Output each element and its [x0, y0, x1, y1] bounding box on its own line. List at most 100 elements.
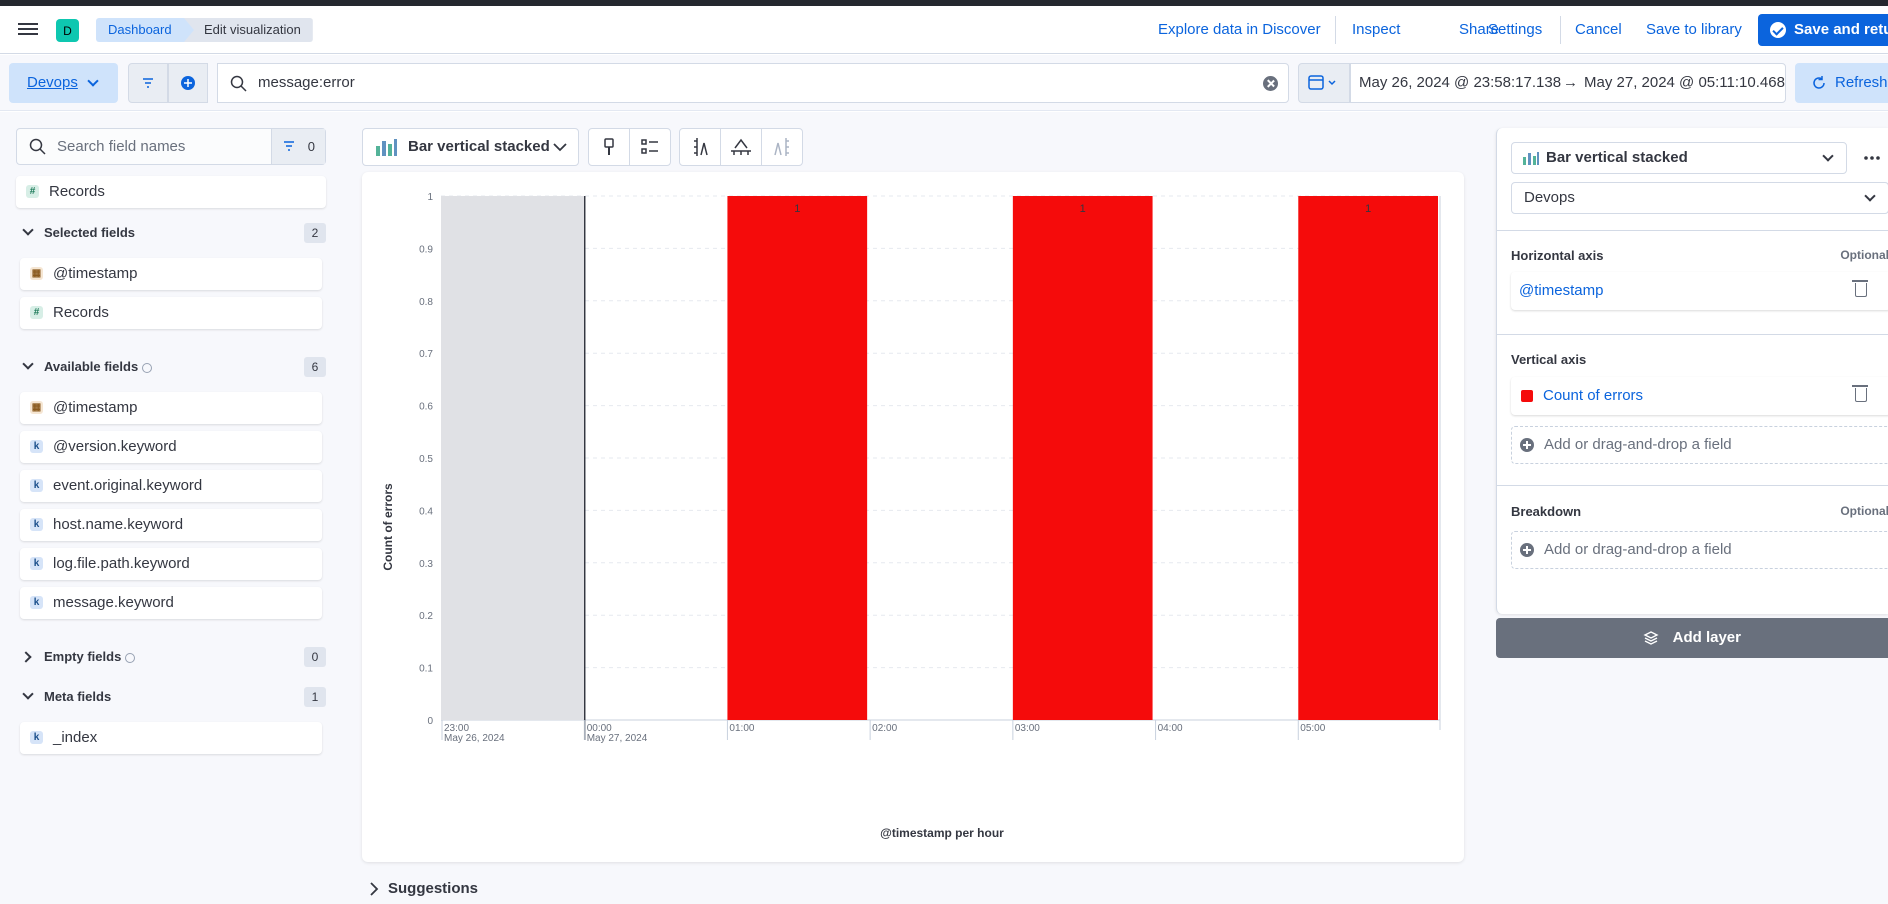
layer-chart-type-select[interactable]: Bar vertical stacked [1511, 142, 1847, 174]
field-item[interactable]: k message.keyword [20, 587, 322, 619]
search-icon [230, 75, 247, 92]
bottom-axis-button[interactable] [720, 128, 762, 166]
divider [1335, 16, 1336, 44]
query-bar: Devops message:error May 26, 2024 @ 23:5… [0, 55, 1888, 111]
chevron-right-icon [20, 651, 32, 663]
field-item[interactable]: k _index [20, 722, 322, 754]
empty-fields-toggle[interactable]: Empty fields 0 [20, 646, 326, 668]
field-search-input[interactable]: Search field names 0 [16, 128, 326, 165]
divider [1497, 334, 1888, 335]
date-range[interactable]: May 26, 2024 @ 23:58:17.138 → May 27, 20… [1350, 63, 1786, 103]
chevron-down-icon [1822, 150, 1834, 162]
y-tick-label: 0.6 [419, 402, 433, 413]
quick-date-picker[interactable] [1298, 63, 1350, 103]
info-icon[interactable] [125, 652, 136, 663]
breakdown-title: Breakdown [1511, 504, 1582, 519]
horizontal-axis-title: Horizontal axis [1511, 248, 1604, 263]
settings-link[interactable]: Settings [1488, 20, 1542, 40]
field-filter-button[interactable]: 0 [271, 129, 325, 164]
y-tick-label: 0.9 [419, 244, 433, 255]
date-type-icon: ▦ [30, 401, 43, 414]
field-item[interactable]: ▦ @timestamp [20, 392, 322, 424]
horizontal-axis-field[interactable]: @timestamp [1511, 272, 1888, 310]
refresh-icon [1813, 76, 1825, 89]
explore-discover-link[interactable]: Explore data in Discover [1158, 20, 1321, 40]
style-button[interactable] [588, 128, 630, 166]
filter-icon [284, 141, 294, 151]
refresh-label: Refresh [1835, 74, 1888, 91]
field-item[interactable]: k event.original.keyword [20, 470, 322, 502]
y-tick-label: 1 [427, 192, 433, 203]
field-item[interactable]: k log.file.path.keyword [20, 548, 322, 580]
section-title: Available fields [44, 359, 139, 374]
chart-type-label: Bar vertical stacked [408, 138, 550, 155]
add-layer-button[interactable]: Add layer [1496, 618, 1888, 658]
x-tick-sublabel: May 26, 2024 [444, 733, 505, 744]
inspect-link[interactable]: Inspect [1352, 20, 1400, 40]
right-axis-button[interactable] [761, 128, 803, 166]
field-item[interactable]: # Records [20, 297, 322, 329]
chevron-down-icon [553, 143, 567, 152]
y-tick-label: 0.2 [419, 611, 433, 622]
add-vertical-field[interactable]: Add or drag-and-drop a field [1511, 426, 1888, 464]
field-list-sidebar: Search field names 0 # Records Selected … [0, 112, 340, 904]
field-name: Records [53, 304, 109, 321]
selected-fields-toggle[interactable]: Selected fields 2 [20, 222, 326, 244]
save-to-library-link[interactable]: Save to library [1646, 20, 1742, 40]
start-date[interactable]: May 26, 2024 @ 23:58:17.138 [1359, 64, 1561, 102]
layer-data-view-select[interactable]: Devops [1511, 182, 1888, 214]
query-input[interactable]: message:error [217, 63, 1289, 103]
out-of-range-region [441, 196, 584, 720]
menu-icon[interactable] [16, 20, 40, 40]
section-count: 1 [304, 687, 326, 707]
vertical-axis-title: Vertical axis [1511, 352, 1587, 367]
filter-menu-button[interactable] [128, 63, 168, 103]
section-count: 6 [304, 357, 326, 377]
breadcrumb-dashboard[interactable]: Dashboard [96, 18, 198, 42]
more-actions-icon[interactable] [1863, 152, 1881, 164]
optional-text: Optional [1840, 504, 1888, 518]
add-breakdown-field[interactable]: Add or drag-and-drop a field [1511, 531, 1888, 569]
legend-button[interactable] [629, 128, 671, 166]
records-field[interactable]: # Records [16, 176, 326, 208]
add-filter-button[interactable] [168, 63, 208, 103]
field-item[interactable]: ▦ @timestamp [20, 258, 322, 290]
available-fields-toggle[interactable]: Available fields 6 [20, 356, 326, 378]
field-name: @version.keyword [53, 438, 177, 455]
data-view-picker[interactable]: Devops [9, 63, 118, 103]
chart-type-switcher[interactable]: Bar vertical stacked [362, 128, 579, 166]
trash-icon[interactable] [1852, 280, 1868, 297]
end-date[interactable]: May 27, 2024 @ 05:11:10.468 [1584, 64, 1785, 102]
breadcrumb-edit-visualization: Edit visualization [184, 18, 313, 42]
clear-icon[interactable] [1263, 76, 1278, 91]
optional-text: Optional [1840, 248, 1888, 262]
calendar-icon [1308, 75, 1336, 90]
field-name: host.name.keyword [53, 516, 184, 533]
legend-icon [641, 139, 658, 154]
paintbrush-icon [604, 138, 614, 155]
y-tick-label: 0.5 [419, 454, 433, 465]
save-and-return-button[interactable]: Save and return [1758, 14, 1888, 46]
bar-chart-icon [1523, 152, 1539, 165]
vertical-axis-field[interactable]: Count of errors [1511, 377, 1888, 415]
add-field-label: Add or drag-and-drop a field [1544, 436, 1732, 453]
suggestions-label: Suggestions [388, 880, 479, 897]
meta-fields-toggle[interactable]: Meta fields 1 [20, 686, 326, 708]
breakdown-label: Breakdown Optional [1511, 504, 1888, 519]
field-item[interactable]: k @version.keyword [20, 431, 322, 463]
left-axis-button[interactable] [679, 128, 721, 166]
field-item[interactable]: k host.name.keyword [20, 509, 322, 541]
bar-chart[interactable]: 111 00.10.20.30.40.50.60.70.80.91 23:00M… [362, 172, 1464, 862]
trash-icon[interactable] [1852, 385, 1868, 402]
save-and-return-label: Save and return [1794, 21, 1888, 38]
y-tick-label: 0.3 [419, 559, 433, 570]
bar [727, 196, 868, 720]
suggestions-toggle[interactable]: Suggestions [366, 880, 478, 897]
add-layer-label: Add layer [1672, 629, 1741, 646]
space-avatar[interactable]: D [56, 19, 79, 42]
refresh-button[interactable]: Refresh [1795, 63, 1888, 103]
chevron-down-icon [22, 688, 34, 700]
cancel-link[interactable]: Cancel [1575, 20, 1622, 40]
bar-value-label: 1 [794, 203, 800, 215]
info-icon[interactable] [142, 362, 153, 373]
